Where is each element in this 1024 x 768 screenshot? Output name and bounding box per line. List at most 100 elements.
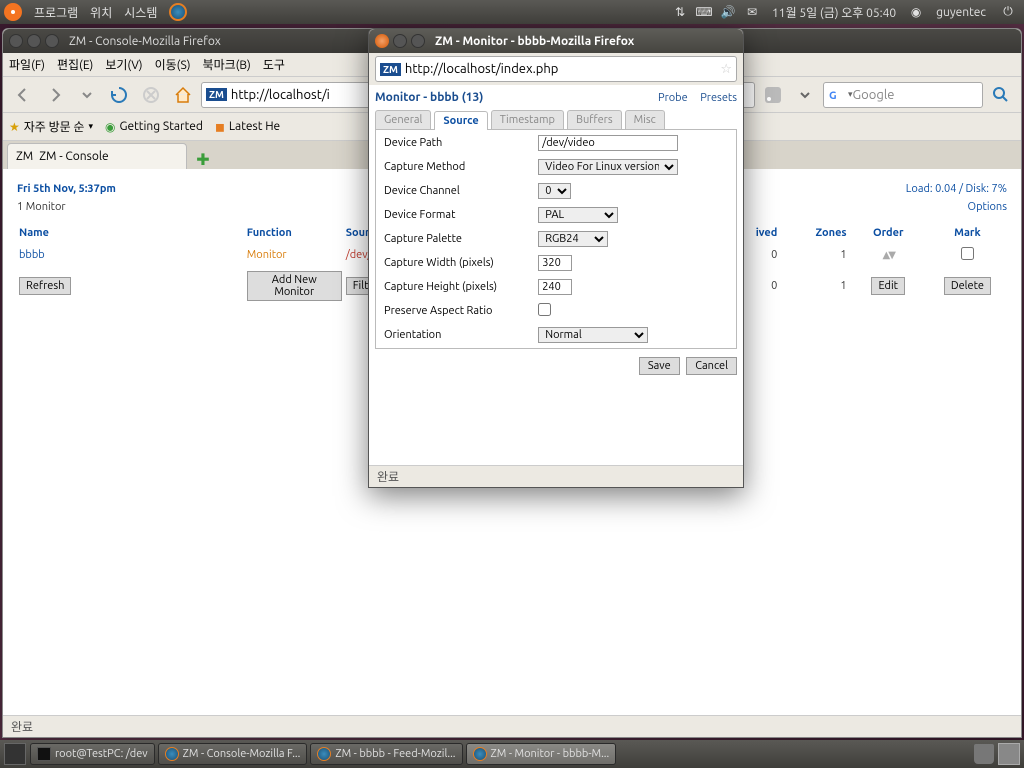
popup-content: Monitor - bbbb (13) Probe Presets Genera… bbox=[369, 85, 743, 465]
tab-source[interactable]: Source bbox=[434, 111, 487, 130]
cell-order[interactable]: ▲▼ bbox=[849, 243, 928, 267]
capture-method-select[interactable]: Video For Linux version 2 bbox=[538, 159, 678, 175]
task-terminal[interactable]: root@TestPC: /dev bbox=[30, 743, 155, 765]
trash-icon[interactable] bbox=[974, 744, 994, 764]
capture-width-input[interactable] bbox=[538, 255, 572, 271]
cancel-button[interactable]: Cancel bbox=[686, 357, 737, 375]
delete-button[interactable]: Delete bbox=[944, 277, 991, 295]
search-input[interactable]: G ▾ Google bbox=[823, 82, 983, 108]
probe-link[interactable]: Probe bbox=[658, 92, 688, 104]
popup-status-text: 완료 bbox=[377, 468, 399, 485]
search-go-button[interactable] bbox=[987, 81, 1015, 109]
total-zones: 1 bbox=[779, 267, 848, 305]
home-button[interactable] bbox=[169, 81, 197, 109]
new-tab-button[interactable]: ✚ bbox=[191, 149, 215, 169]
menu-view[interactable]: 보기(V) bbox=[105, 56, 142, 73]
refresh-button[interactable]: Refresh bbox=[19, 277, 71, 295]
edit-button[interactable]: Edit bbox=[871, 277, 905, 295]
ubuntu-logo-icon[interactable] bbox=[4, 3, 22, 21]
cell-name[interactable]: bbbb bbox=[17, 243, 245, 267]
dropdown-history-icon[interactable] bbox=[73, 81, 101, 109]
cell-function[interactable]: Monitor bbox=[245, 243, 344, 267]
main-status-text: 완료 bbox=[11, 718, 33, 735]
terminal-icon bbox=[37, 747, 51, 761]
menu-places[interactable]: 위치 bbox=[90, 4, 112, 21]
menu-bookmarks[interactable]: 북마크(B) bbox=[203, 56, 251, 73]
main-statusbar: 완료 bbox=[3, 715, 1021, 737]
bottom-panel: root@TestPC: /dev ZM - Console-Mozilla F… bbox=[0, 740, 1024, 768]
close-icon[interactable] bbox=[9, 34, 23, 48]
menu-applications[interactable]: 프로그램 bbox=[34, 4, 78, 21]
tab-buffers[interactable]: Buffers bbox=[567, 110, 622, 129]
popup-titlebar[interactable]: ZM - Monitor - bbbb-Mozilla Firefox bbox=[369, 29, 743, 53]
orientation-select[interactable]: Normal bbox=[538, 327, 648, 343]
menu-file[interactable]: 파일(F) bbox=[9, 56, 45, 73]
network-icon[interactable]: ⇅ bbox=[672, 4, 688, 20]
settings-tabs: General Source Timestamp Buffers Misc bbox=[375, 110, 737, 129]
cell-mark bbox=[928, 243, 1007, 267]
add-monitor-button[interactable]: Add New Monitor bbox=[247, 271, 342, 301]
device-path-input[interactable] bbox=[538, 135, 678, 151]
device-channel-select[interactable]: 0 bbox=[538, 183, 571, 199]
maximize-icon[interactable] bbox=[45, 34, 59, 48]
popup-url-text: http://localhost/index.php bbox=[405, 62, 559, 76]
firefox-icon bbox=[317, 747, 331, 761]
options-link[interactable]: Options bbox=[968, 201, 1007, 213]
back-button[interactable] bbox=[9, 81, 37, 109]
bookmark-getting-started[interactable]: ◉Getting Started bbox=[105, 120, 203, 134]
label-orientation: Orientation bbox=[378, 324, 530, 346]
label-device-path: Device Path bbox=[378, 132, 530, 154]
minimize-icon[interactable] bbox=[393, 34, 407, 48]
tab-zm-console[interactable]: ZM ZM - Console bbox=[7, 143, 187, 169]
show-desktop-button[interactable] bbox=[4, 743, 26, 765]
popup-urlbar[interactable]: ZM http://localhost/index.php ☆ bbox=[375, 56, 737, 82]
maximize-icon[interactable] bbox=[411, 34, 425, 48]
close-icon[interactable] bbox=[375, 34, 389, 48]
clock[interactable]: 11월 5일 (금) 오후 05:40 bbox=[772, 4, 896, 21]
task-zm-feed[interactable]: ZM - bbbb - Feed-Mozil... bbox=[310, 743, 462, 765]
popup-statusbar: 완료 bbox=[369, 465, 743, 487]
volume-icon[interactable]: 🔊 bbox=[720, 4, 736, 20]
url-dropdown-icon[interactable] bbox=[791, 81, 819, 109]
preserve-ar-checkbox[interactable] bbox=[538, 303, 551, 316]
menu-system[interactable]: 시스템 bbox=[124, 4, 157, 21]
console-load: Load: 0.04 / Disk: 7% bbox=[906, 183, 1007, 195]
device-format-select[interactable]: PAL bbox=[538, 207, 618, 223]
task-zm-console[interactable]: ZM - Console-Mozilla F... bbox=[158, 743, 308, 765]
menu-go[interactable]: 이동(S) bbox=[155, 56, 191, 73]
save-button[interactable]: Save bbox=[639, 357, 680, 375]
monitor-count: 1 Monitor bbox=[17, 201, 66, 213]
sort-arrows-icon: ▲▼ bbox=[883, 249, 894, 260]
user-label[interactable]: guyentec bbox=[936, 6, 986, 19]
firefox-launcher-icon[interactable] bbox=[169, 3, 187, 21]
tab-timestamp[interactable]: Timestamp bbox=[491, 110, 564, 129]
minimize-icon[interactable] bbox=[27, 34, 41, 48]
zm-favicon-icon: ZM bbox=[16, 150, 33, 163]
presets-link[interactable]: Presets bbox=[700, 92, 737, 104]
mark-checkbox[interactable] bbox=[961, 247, 974, 260]
keyboard-icon[interactable]: ⌨ bbox=[696, 4, 712, 20]
menu-tools[interactable]: 도구 bbox=[263, 56, 285, 73]
stop-button[interactable] bbox=[137, 81, 165, 109]
task-zm-monitor[interactable]: ZM - Monitor - bbbb-M... bbox=[466, 743, 617, 765]
reload-button[interactable] bbox=[105, 81, 133, 109]
bookmark-star-icon[interactable]: ☆ bbox=[720, 62, 732, 77]
bookmark-latest-headlines[interactable]: ◼Latest He bbox=[215, 120, 280, 134]
bookmark-frequent[interactable]: ★자주 방문 순▾ bbox=[9, 118, 93, 135]
forward-button[interactable] bbox=[41, 81, 69, 109]
label-capture-palette: Capture Palette bbox=[378, 228, 530, 250]
zm-favicon-icon: ZM bbox=[380, 63, 401, 76]
tab-general[interactable]: General bbox=[375, 110, 431, 129]
menu-edit[interactable]: 편집(E) bbox=[57, 56, 93, 73]
tab-misc[interactable]: Misc bbox=[625, 110, 665, 129]
col-function: Function bbox=[245, 223, 344, 243]
capture-height-input[interactable] bbox=[538, 279, 572, 295]
label-device-channel: Device Channel bbox=[378, 180, 530, 202]
capture-palette-select[interactable]: RGB24 bbox=[538, 231, 608, 247]
google-icon: G bbox=[828, 87, 844, 103]
feed-icon[interactable] bbox=[759, 81, 787, 109]
user-switcher-icon[interactable] bbox=[998, 743, 1020, 765]
power-icon[interactable]: ⏻ bbox=[1000, 4, 1016, 20]
cell-zones[interactable]: 1 bbox=[779, 243, 848, 267]
mail-icon[interactable]: ✉ bbox=[744, 4, 760, 20]
